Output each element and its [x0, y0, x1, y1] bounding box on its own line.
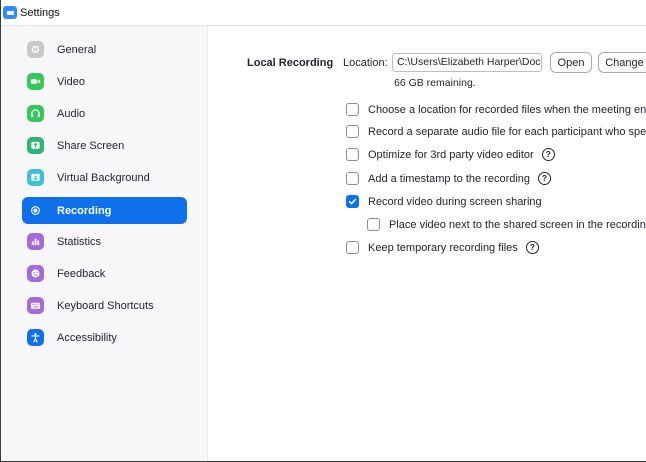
sidebar-item-recording[interactable]: Recording	[22, 197, 187, 224]
recording-panel: Local Recording Location: C:\Users\Eliza…	[209, 26, 646, 461]
change-location-button[interactable]: Change	[598, 52, 646, 73]
sidebar-item-label: Virtual Background	[57, 171, 150, 184]
help-icon[interactable]: ?	[525, 241, 539, 254]
accessibility-icon	[27, 329, 44, 346]
sidebar-item-general[interactable]: General	[22, 36, 187, 63]
sidebar-item-label: Keyboard Shortcuts	[57, 299, 154, 312]
virtual-background-icon	[27, 169, 44, 186]
option-label: Choose a location for recorded files whe…	[368, 103, 646, 116]
sidebar-item-label: Feedback	[57, 267, 106, 280]
option-checkbox[interactable]	[346, 172, 359, 185]
recording-option-row[interactable]: Choose a location for recorded files whe…	[346, 103, 646, 116]
recording-option-row[interactable]: Keep temporary recording files?	[346, 241, 539, 254]
storage-remaining-text: 66 GB remaining.	[394, 77, 476, 89]
sidebar-item-label: General	[57, 43, 97, 56]
sidebar-item-label: Statistics	[57, 235, 102, 248]
sidebar-item-feedback[interactable]: Feedback	[22, 260, 187, 287]
option-label: Place video next to the shared screen in…	[389, 218, 646, 231]
window-title: Settings	[20, 6, 60, 19]
option-label: Record video during screen sharing	[368, 195, 542, 208]
option-checkbox[interactable]	[346, 195, 359, 208]
headphones-icon	[27, 105, 44, 122]
smiley-icon	[27, 265, 44, 282]
settings-sidebar: General Video Audio Share Screen Virtual Bac…	[2, 26, 208, 461]
sidebar-item-virtual-background[interactable]: Virtual Background	[22, 164, 187, 191]
sidebar-item-label: Video	[57, 75, 85, 88]
sidebar-item-accessibility[interactable]: Accessibility	[22, 324, 187, 351]
record-icon	[27, 202, 44, 219]
gear-icon	[27, 41, 44, 58]
local-recording-heading: Local Recording	[247, 57, 334, 69]
sidebar-item-label: Share Screen	[57, 139, 125, 152]
sidebar-item-keyboard-shortcuts[interactable]: Keyboard Shortcuts	[22, 292, 187, 319]
option-label: Keep temporary recording files	[368, 241, 518, 254]
option-checkbox[interactable]	[346, 241, 359, 254]
option-label: Add a timestamp to the recording	[368, 172, 531, 185]
share-screen-icon	[27, 137, 44, 154]
bar-chart-icon	[27, 233, 44, 250]
option-checkbox[interactable]	[346, 103, 359, 116]
location-path-field[interactable]: C:\Users\Elizabeth Harper\Documents\Zoom	[392, 53, 542, 72]
option-checkbox[interactable]	[346, 125, 359, 138]
location-label: Location:	[343, 57, 388, 69]
option-checkbox[interactable]	[367, 218, 380, 231]
recording-option-row[interactable]: Record video during screen sharing	[346, 195, 542, 208]
sidebar-item-statistics[interactable]: Statistics	[22, 228, 187, 255]
recording-option-row[interactable]: Optimize for 3rd party video editor?	[346, 148, 555, 161]
help-icon[interactable]: ?	[541, 148, 555, 161]
open-folder-button[interactable]: Open	[550, 52, 592, 73]
sidebar-item-label: Accessibility	[57, 331, 117, 344]
title-bar: Settings	[1, 0, 646, 26]
sidebar-item-share-screen[interactable]: Share Screen	[22, 132, 187, 159]
option-label: Optimize for 3rd party video editor	[368, 148, 534, 161]
settings-window: Settings General Video Audio Share Screen Vi…	[0, 0, 646, 462]
sidebar-item-label: Recording	[57, 204, 112, 217]
option-checkbox[interactable]	[346, 148, 359, 161]
sidebar-item-video[interactable]: Video	[22, 68, 187, 95]
sidebar-item-audio[interactable]: Audio	[22, 100, 187, 127]
recording-option-row[interactable]: Place video next to the shared screen in…	[367, 218, 646, 231]
help-icon[interactable]: ?	[538, 172, 552, 185]
option-label: Record a separate audio file for each pa…	[368, 125, 646, 138]
recording-option-row[interactable]: Add a timestamp to the recording?	[346, 172, 552, 185]
zoom-app-icon	[3, 6, 17, 19]
recording-option-row[interactable]: Record a separate audio file for each pa…	[346, 125, 646, 138]
video-camera-icon	[27, 73, 44, 90]
keyboard-icon	[27, 297, 44, 314]
sidebar-item-label: Audio	[57, 107, 86, 120]
